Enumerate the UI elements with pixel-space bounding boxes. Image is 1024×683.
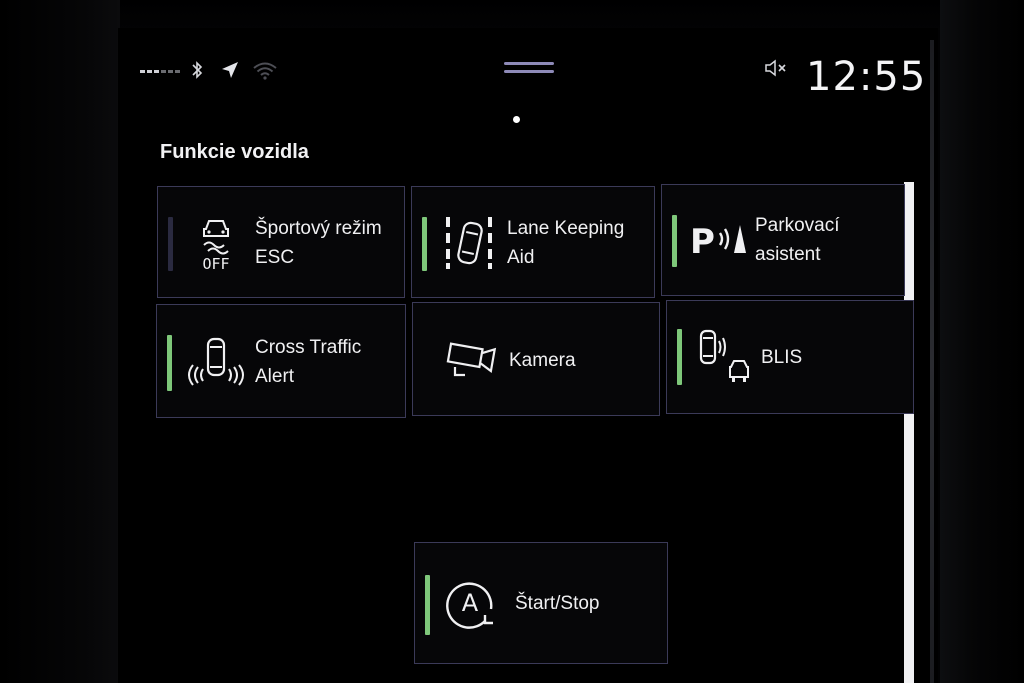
tile-label: Športový režim ESC	[255, 218, 382, 268]
section-title: Funkcie vozidla	[160, 141, 309, 163]
signal-icon	[140, 70, 180, 73]
esc-off-badge: OFF	[202, 255, 229, 273]
page-indicator-dot	[513, 116, 520, 123]
blis-icon	[695, 327, 751, 387]
mute-icon	[765, 59, 786, 77]
status-indicator	[167, 335, 172, 391]
tile-label: Kamera	[509, 350, 576, 371]
tile-lane-keeping-aid[interactable]: Lane Keeping Aid	[411, 186, 655, 298]
wifi-icon	[253, 62, 277, 80]
status-indicator	[168, 217, 173, 271]
status-indicator	[677, 329, 682, 385]
tile-cross-traffic-alert[interactable]: Cross Traffic Alert	[156, 304, 406, 418]
tile-label: Lane Keeping Aid	[507, 218, 625, 268]
device-bezel-top	[0, 0, 1024, 30]
tile-label: Parkovací asistent	[755, 215, 840, 265]
bluetooth-icon	[192, 61, 203, 79]
start-stop-badge: A	[462, 589, 479, 617]
esc-off-icon: OFF	[192, 213, 240, 273]
camera-icon	[443, 339, 497, 383]
scrollbar[interactable]	[904, 182, 914, 683]
screen-edge	[930, 40, 934, 683]
tile-blis[interactable]: BLIS	[666, 300, 914, 414]
lane-keeping-icon	[440, 215, 500, 271]
status-indicator	[422, 217, 427, 271]
status-indicator	[672, 215, 677, 267]
tile-label: Štart/Stop	[515, 593, 600, 614]
device-bezel-right	[940, 0, 1024, 683]
tile-label: Cross Traffic Alert	[255, 337, 362, 387]
park-badge: P	[690, 222, 715, 259]
tile-start-stop[interactable]: A Štart/Stop	[414, 542, 668, 664]
tile-camera[interactable]: Kamera	[412, 302, 660, 416]
pull-down-handle[interactable]	[504, 62, 554, 76]
tile-park-assist[interactable]: P Parkovací asistent	[661, 184, 905, 296]
park-assist-icon: P	[688, 219, 750, 259]
tile-label: BLIS	[761, 347, 803, 368]
start-stop-icon: A	[445, 577, 501, 629]
cross-traffic-icon	[187, 331, 245, 389]
location-icon	[222, 62, 238, 78]
clock: 12:55	[806, 54, 927, 100]
device-bezel-left	[0, 0, 120, 683]
tile-sport-mode-esc[interactable]: OFF Športový režim ESC	[157, 186, 405, 298]
status-indicator	[425, 575, 430, 635]
